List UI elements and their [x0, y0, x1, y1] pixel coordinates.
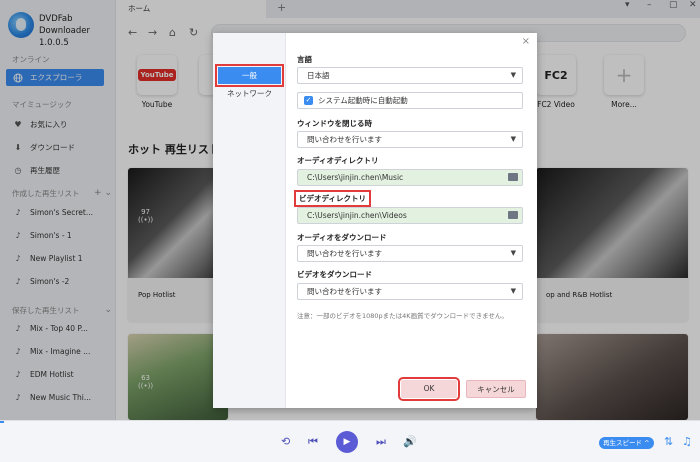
dialog-sidebar: 一般 ネットワーク [213, 33, 286, 408]
caret-down-icon: ▼ [510, 71, 516, 79]
caret-down-icon: ▼ [510, 135, 516, 143]
autostart-checkbox[interactable]: ✓ システム起動時に自動起動 [297, 92, 523, 109]
language-label: 言語 [297, 55, 312, 64]
lyrics-icon[interactable]: ♫ [682, 435, 692, 448]
play-button[interactable]: ▶ [336, 431, 358, 453]
tab-general[interactable]: 一般 [215, 64, 284, 87]
tab-network[interactable]: ネットワーク [218, 85, 281, 102]
language-select[interactable]: 日本語 ▼ [297, 67, 523, 84]
caret-down-icon: ▼ [510, 287, 516, 295]
next-icon[interactable]: ⏭ [376, 435, 386, 449]
video-download-select[interactable]: 問い合わせを行います ▼ [297, 283, 523, 300]
audio-dir-label: オーディオディレクトリ [297, 156, 379, 165]
queue-icon[interactable]: ⇅ [664, 435, 673, 448]
playback-speed-button[interactable]: 再生スピード ^ [599, 437, 654, 449]
volume-icon[interactable]: 🔊 [403, 435, 417, 448]
progress-bar[interactable] [0, 421, 4, 423]
caret-down-icon: ▼ [510, 249, 516, 257]
repeat-icon[interactable]: ⟲ [281, 435, 290, 448]
quality-note: 注意：一部のビデオを1080pまたは4K画質でダウンロードできません。 [297, 312, 508, 320]
close-icon[interactable]: × [522, 36, 530, 47]
player-bar: ⟲ ⏮ ▶ ⏭ 🔊 再生スピード ^ ⇅ ♫ [0, 420, 700, 462]
video-dir-field[interactable]: C:\Users\jinjin.chen\Videos [297, 207, 523, 224]
folder-icon[interactable] [508, 211, 518, 219]
audio-download-label: オーディオをダウンロード [297, 233, 387, 242]
checkmark-icon: ✓ [304, 96, 313, 105]
video-dir-label: ビデオディレクトリ [294, 190, 371, 207]
ok-button[interactable]: OK [398, 377, 460, 401]
previous-icon[interactable]: ⏮ [308, 435, 318, 449]
close-window-label: ウィンドウを閉じる時 [297, 119, 372, 128]
video-download-label: ビデオをダウンロード [297, 270, 372, 279]
settings-dialog: 一般 ネットワーク × 言語 日本語 ▼ ✓ システム起動時に自動起動 ウィンド… [213, 33, 537, 408]
audio-dir-field[interactable]: C:\Users\jinjin.chen\Music [297, 169, 523, 186]
close-window-select[interactable]: 問い合わせを行います ▼ [297, 131, 523, 148]
cancel-button[interactable]: キャンセル [466, 380, 526, 398]
folder-icon[interactable] [508, 173, 518, 181]
audio-download-select[interactable]: 問い合わせを行います ▼ [297, 245, 523, 262]
